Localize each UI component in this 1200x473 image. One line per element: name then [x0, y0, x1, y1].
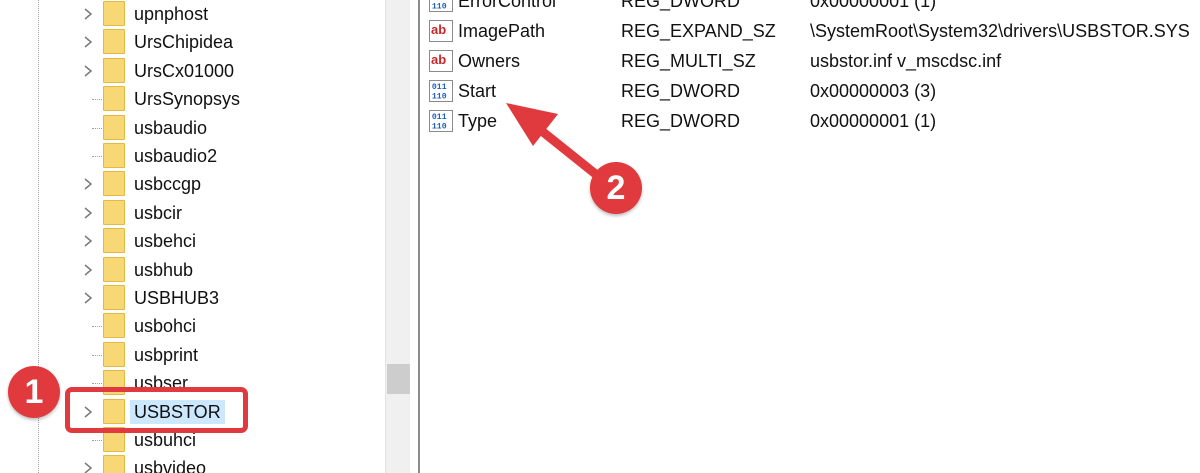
value-type: REG_MULTI_SZ [621, 51, 756, 71]
tree-item-label: usbaudio [134, 117, 208, 138]
tree-connector [92, 326, 102, 328]
tree-item[interactable]: usbaudio2 [0, 142, 385, 170]
folder-icon [103, 455, 125, 473]
tree-item-label: usbccgp [134, 174, 202, 195]
tree-connector [92, 383, 102, 385]
highlight-box-usbstor [65, 387, 248, 433]
tree-item-label: UrsCx01000 [134, 60, 235, 81]
value-name: Start [458, 81, 497, 101]
folder-icon [103, 171, 125, 197]
chevron-right-icon[interactable] [81, 461, 95, 473]
value-data: 0x00000001 (1) [810, 111, 937, 131]
chevron-right-icon[interactable] [81, 206, 95, 220]
tree-connector [92, 127, 102, 129]
tree-item[interactable]: UrsSynopsys [0, 85, 385, 113]
tree-connector [92, 354, 102, 356]
value-row[interactable]: 011 110 Start REG_DWORD 0x00000003 (3) [420, 76, 1200, 106]
step-1-badge: 1 [8, 366, 60, 418]
registry-values-list: 011110ErrorControlREG_DWORD0x00000001 (1… [420, 0, 1200, 473]
value-row[interactable]: ab ImagePath REG_EXPAND_SZ \SystemRoot\Syst… [420, 16, 1200, 46]
chevron-right-icon[interactable] [81, 263, 95, 277]
tree-item-label: usbprint [134, 344, 199, 365]
chevron-right-icon[interactable] [81, 234, 95, 248]
tree-connector [92, 440, 102, 441]
folder-icon [103, 228, 125, 254]
folder-icon [103, 285, 125, 310]
tree-item[interactable]: USBHUB3 [0, 284, 385, 312]
svg-text:011: 011 [432, 83, 447, 92]
step-2-badge: 2 [590, 162, 642, 214]
folder-icon [103, 57, 125, 83]
tree-item-label: usbohci [134, 316, 197, 337]
folder-icon [103, 313, 125, 339]
tree-item-label: usbhub [134, 259, 194, 280]
value-data: usbstor.inf v_mscdsc.inf [810, 51, 1002, 71]
value-name: Owners [458, 51, 521, 71]
tree-item[interactable]: usbcir [0, 199, 385, 227]
tree-item-label: usbvideo [134, 458, 207, 473]
value-name: ErrorControl [458, 0, 557, 11]
tree-item[interactable]: usbehci [0, 227, 385, 255]
tree-item[interactable]: usbaudio [0, 114, 385, 142]
tree-item[interactable]: usbprint [0, 341, 385, 369]
tree-connector [92, 99, 102, 101]
svg-text:110: 110 [432, 92, 447, 101]
scrollbar-thumb[interactable] [387, 364, 410, 394]
binary-value-icon: 011110 [429, 110, 453, 132]
value-data: 0x00000003 (3) [810, 81, 937, 101]
tree-item[interactable]: upnphost [0, 0, 385, 28]
value-type: REG_DWORD [621, 81, 741, 101]
tree-item-label: upnphost [134, 4, 209, 24]
value-data: 0x00000001 (1) [810, 0, 937, 11]
tree-item-label: UrsSynopsys [134, 89, 241, 110]
folder-icon [103, 1, 125, 26]
svg-text:110: 110 [432, 122, 447, 131]
tree-item[interactable]: usbohci [0, 312, 385, 340]
tree-item-label: usbcir [134, 202, 183, 223]
folder-icon [103, 143, 125, 168]
pane-splitter[interactable] [410, 0, 420, 473]
tree-item[interactable]: usbhub [0, 256, 385, 284]
chevron-right-icon[interactable] [81, 177, 95, 191]
tree-item-label: usbaudio2 [134, 146, 218, 166]
tree-item-label: UrsChipidea [134, 32, 234, 53]
svg-text:110: 110 [432, 2, 447, 11]
folder-icon [103, 341, 125, 367]
chevron-right-icon[interactable] [81, 35, 95, 49]
value-row[interactable]: 011 110 Type REG_DWORD 0x00000001 (1) [420, 106, 1200, 136]
folder-icon [103, 199, 125, 225]
value-type: REG_DWORD [621, 0, 741, 11]
svg-text:011: 011 [432, 113, 447, 122]
tree-item[interactable]: usbvideo [0, 454, 385, 473]
tree-item-label: usbehci [134, 231, 197, 252]
tree-connector [92, 156, 102, 157]
tree-item-label: USBHUB3 [134, 288, 220, 308]
tree-item[interactable]: UrsChipidea [0, 28, 385, 56]
value-row[interactable]: ab Owners REG_MULTI_SZ usbstor.inf v_mscdsc… [420, 46, 1200, 76]
folder-icon [103, 29, 125, 55]
folder-icon [103, 256, 125, 282]
value-name: Type [458, 111, 498, 131]
value-type: REG_EXPAND_SZ [621, 21, 776, 41]
chevron-right-icon[interactable] [81, 64, 95, 78]
folder-icon [103, 114, 125, 140]
chevron-right-icon[interactable] [81, 291, 95, 305]
value-name: ImagePath [458, 21, 546, 41]
value-data: \SystemRoot\System32\drivers\USBSTOR.SYS [810, 21, 1190, 41]
tree-item[interactable]: UrsCx01000 [0, 57, 385, 85]
chevron-right-icon[interactable] [81, 7, 95, 21]
string-value-icon: ab [429, 50, 453, 72]
binary-value-icon: 011110 [429, 0, 453, 12]
tree-item[interactable]: usbccgp [0, 170, 385, 198]
folder-icon [103, 86, 125, 112]
string-value-icon: ab [429, 20, 453, 42]
value-row[interactable]: 011110 ErrorControl REG_DWORD 0x00000001 (1… [420, 0, 1200, 16]
tree-scrollbar[interactable] [385, 0, 410, 473]
binary-value-icon: 011110 [429, 80, 453, 102]
value-type: REG_DWORD [621, 111, 741, 131]
